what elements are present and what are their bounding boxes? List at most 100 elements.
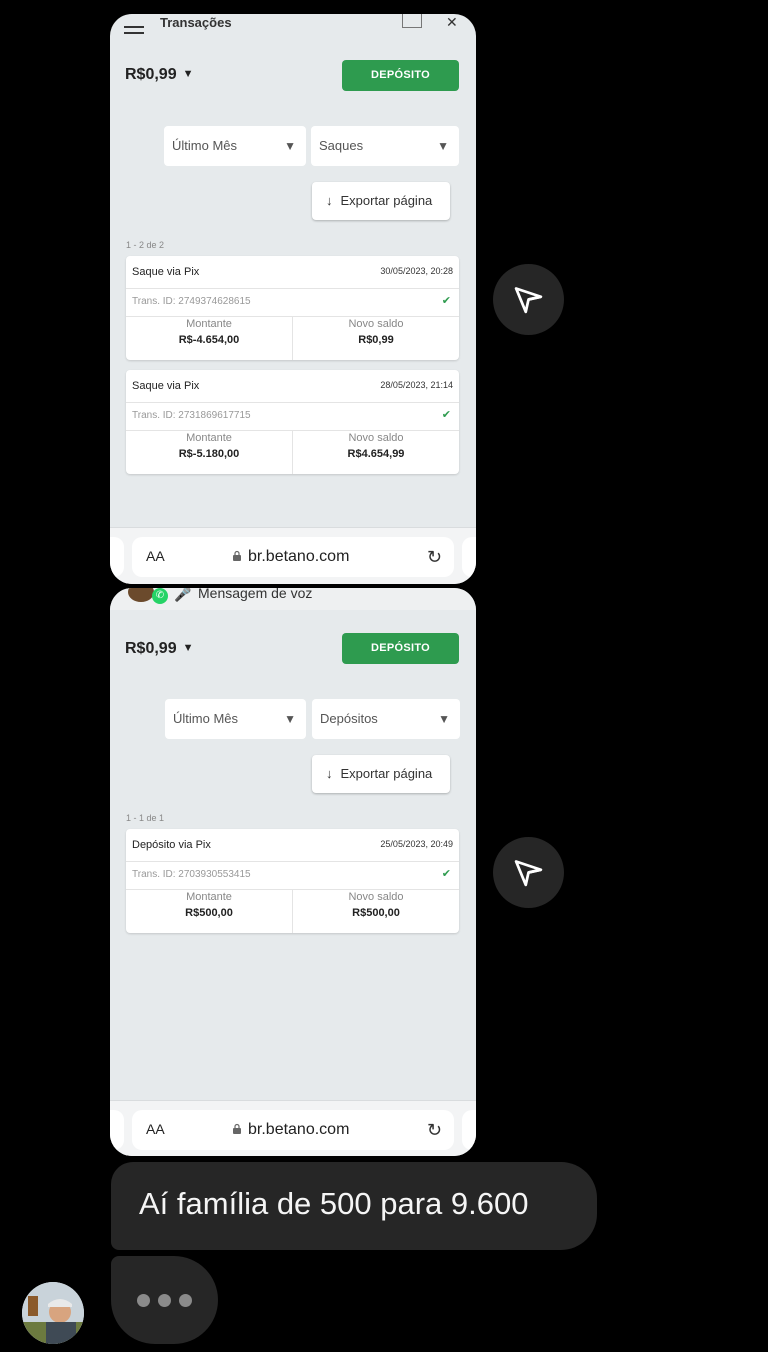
new-balance-label: Novo saldo bbox=[348, 891, 404, 903]
share-button[interactable] bbox=[493, 837, 564, 908]
transaction-title: Saque via Pix bbox=[132, 380, 200, 392]
page-title: Transações bbox=[160, 15, 232, 30]
type-select[interactable]: Saques ▼ bbox=[311, 126, 459, 166]
transaction-card[interactable]: Saque via Pix 28/05/2023, 21:14 Trans. I… bbox=[126, 370, 459, 474]
new-balance-label: Novo saldo bbox=[348, 432, 404, 444]
transaction-card[interactable]: Depósito via Pix 25/05/2023, 20:49 Trans… bbox=[126, 829, 459, 933]
text-size-label: AA bbox=[146, 1121, 165, 1137]
deposit-button[interactable]: DEPÓSITO bbox=[342, 633, 459, 664]
export-page-button[interactable]: ↓ Exportar página bbox=[312, 182, 450, 220]
chevron-down-icon: ▼ bbox=[182, 68, 194, 80]
tab-edge bbox=[110, 537, 124, 577]
download-arrow-icon: ↓ bbox=[326, 766, 333, 781]
transaction-title: Saque via Pix bbox=[132, 266, 200, 278]
tab-edge bbox=[462, 1110, 476, 1150]
amount-column: Montante R$-5.180,00 bbox=[126, 432, 292, 460]
balance-display[interactable]: R$0,99 ▼ bbox=[125, 640, 193, 658]
new-balance-value: R$0,99 bbox=[358, 334, 394, 346]
typing-dot bbox=[137, 1294, 150, 1307]
transactions-screenshot-deposits[interactable]: ✆ 🎤 Mensagem de voz R$0,99 ▼ DEPÓSITO Últ… bbox=[110, 588, 476, 1156]
lock-icon bbox=[233, 550, 241, 561]
typing-dot bbox=[179, 1294, 192, 1307]
new-balance-label: Novo saldo bbox=[348, 318, 404, 330]
new-balance-column: Novo saldo R$4.654,99 bbox=[293, 432, 459, 460]
new-balance-value: R$4.654,99 bbox=[347, 448, 405, 460]
transaction-date: 25/05/2023, 20:49 bbox=[380, 839, 453, 849]
period-select-value: Último Mês bbox=[173, 711, 239, 726]
tab-edge bbox=[110, 1110, 124, 1150]
period-select[interactable]: Último Mês ▼ bbox=[164, 126, 306, 166]
text-size-button[interactable]: AA bbox=[146, 1121, 165, 1137]
download-arrow-icon: ↓ bbox=[326, 193, 333, 208]
export-label: Exportar página bbox=[340, 766, 433, 781]
url-text: br.betano.com bbox=[248, 548, 350, 565]
chevron-down-icon: ▼ bbox=[182, 642, 194, 654]
amount-value: R$-4.654,00 bbox=[178, 334, 240, 346]
avatar bbox=[128, 588, 154, 602]
divider bbox=[126, 288, 459, 289]
export-label: Exportar página bbox=[340, 193, 433, 208]
voice-message-label: Mensagem de voz bbox=[198, 588, 313, 601]
share-button[interactable] bbox=[493, 264, 564, 335]
address-bar[interactable]: AA br.betano.com ↻ bbox=[132, 537, 454, 577]
transaction-card[interactable]: Saque via Pix 30/05/2023, 20:28 Trans. I… bbox=[126, 256, 459, 360]
type-select[interactable]: Depósitos ▼ bbox=[312, 699, 460, 739]
reload-icon[interactable]: ↻ bbox=[427, 1120, 442, 1141]
balance-value: R$0,99 bbox=[125, 640, 177, 657]
typing-dot bbox=[158, 1294, 171, 1307]
transaction-id: Trans. ID: 2749374628615 bbox=[132, 296, 251, 307]
dropdown-arrow-icon: ▼ bbox=[284, 139, 296, 153]
message-text: Aí família de 500 para 9.600 bbox=[139, 1186, 529, 1221]
transactions-screenshot-withdrawals[interactable]: Transações ✕ R$0,99 ▼ DEPÓSITO Último Mês… bbox=[110, 14, 476, 584]
lock-icon bbox=[233, 1123, 241, 1134]
browser-bar: AA br.betano.com ↻ bbox=[110, 527, 476, 584]
check-icon: ✔ bbox=[441, 295, 451, 307]
close-icon[interactable]: ✕ bbox=[446, 14, 458, 31]
balance-value: R$0,99 bbox=[125, 66, 177, 83]
avatar-image bbox=[22, 1282, 84, 1344]
amount-column: Montante R$500,00 bbox=[126, 891, 292, 919]
dropdown-arrow-icon: ▼ bbox=[438, 712, 450, 726]
check-icon: ✔ bbox=[441, 868, 451, 880]
divider bbox=[126, 861, 459, 862]
browser-bar: AA br.betano.com ↻ bbox=[110, 1100, 476, 1156]
amount-value: R$-5.180,00 bbox=[178, 448, 240, 460]
text-size-label: AA bbox=[146, 548, 165, 564]
transaction-id: Trans. ID: 2731869617715 bbox=[132, 410, 251, 421]
send-icon bbox=[514, 287, 543, 314]
whatsapp-icon: ✆ bbox=[152, 588, 168, 604]
send-icon bbox=[514, 860, 543, 887]
menu-icon[interactable] bbox=[124, 26, 144, 40]
transaction-id: Trans. ID: 2703930553415 bbox=[132, 869, 251, 880]
transaction-date: 28/05/2023, 21:14 bbox=[380, 380, 453, 390]
dropdown-arrow-icon: ▼ bbox=[437, 139, 449, 153]
avatar[interactable] bbox=[22, 1282, 84, 1344]
dropdown-arrow-icon: ▼ bbox=[284, 712, 296, 726]
balance-display[interactable]: R$0,99 ▼ bbox=[125, 66, 193, 84]
deposit-button[interactable]: DEPÓSITO bbox=[342, 60, 459, 91]
transaction-date: 30/05/2023, 20:28 bbox=[380, 266, 453, 276]
results-count: 1 - 2 de 2 bbox=[126, 240, 165, 250]
typing-indicator bbox=[111, 1256, 218, 1344]
address-bar[interactable]: AA br.betano.com ↻ bbox=[132, 1110, 454, 1150]
transaction-title: Depósito via Pix bbox=[132, 839, 211, 851]
type-select-value: Depósitos bbox=[320, 711, 378, 726]
results-count: 1 - 1 de 1 bbox=[126, 813, 165, 823]
message-bubble[interactable]: Aí família de 500 para 9.600 bbox=[111, 1162, 597, 1250]
voice-message-preview[interactable]: ✆ 🎤 Mensagem de voz bbox=[110, 588, 476, 610]
amount-label: Montante bbox=[186, 432, 232, 444]
type-select-value: Saques bbox=[319, 138, 364, 153]
top-bar: Transações ✕ bbox=[110, 14, 476, 44]
export-page-button[interactable]: ↓ Exportar página bbox=[312, 755, 450, 793]
divider bbox=[126, 402, 459, 403]
new-balance-column: Novo saldo R$500,00 bbox=[293, 891, 459, 919]
amount-column: Montante R$-4.654,00 bbox=[126, 318, 292, 346]
amount-label: Montante bbox=[186, 891, 232, 903]
amount-value: R$500,00 bbox=[185, 907, 233, 919]
mail-icon[interactable] bbox=[402, 14, 422, 28]
text-size-button[interactable]: AA bbox=[146, 548, 165, 564]
new-balance-column: Novo saldo R$0,99 bbox=[293, 318, 459, 346]
new-balance-value: R$500,00 bbox=[352, 907, 400, 919]
period-select[interactable]: Último Mês ▼ bbox=[165, 699, 306, 739]
reload-icon[interactable]: ↻ bbox=[427, 547, 442, 568]
